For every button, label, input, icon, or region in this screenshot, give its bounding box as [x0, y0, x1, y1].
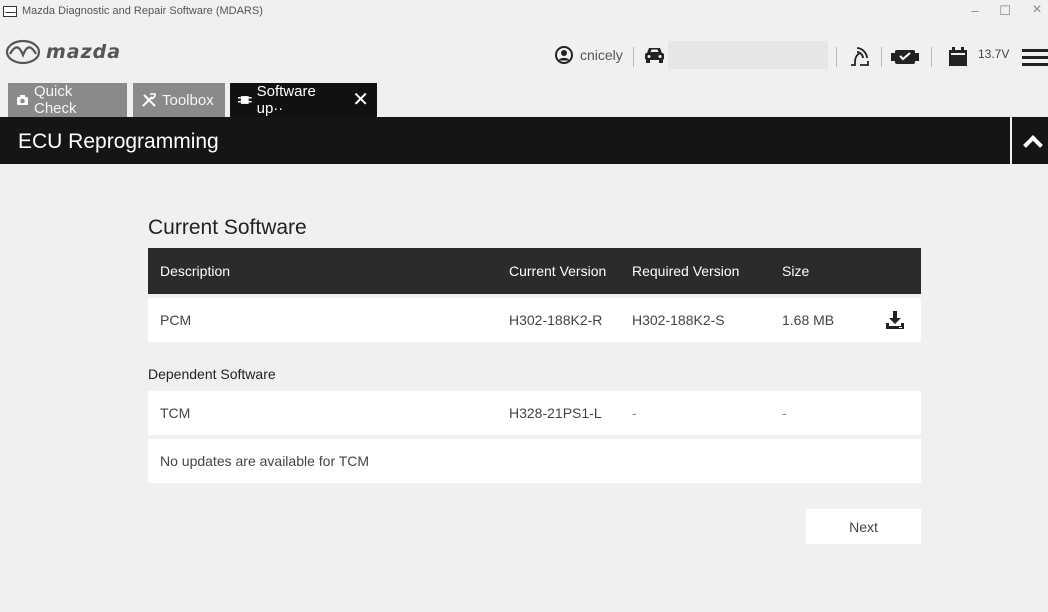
maximize-button[interactable]: ☐ [990, 3, 1020, 19]
column-header-description: Description [160, 263, 231, 279]
no-updates-message: No updates are available for TCM [160, 453, 370, 469]
app-header: mazda cnicely 13.7V [0, 33, 1048, 83]
cell-current-version: H328-21PS1-L [509, 405, 602, 421]
username: cnicely [580, 47, 623, 63]
column-header-size: Size [782, 263, 810, 279]
header-divider [836, 47, 837, 67]
camera-icon [17, 94, 28, 105]
column-header-current-version: Current Version [509, 263, 607, 279]
chip-icon [238, 96, 252, 104]
cell-current-version: H302-188K2-R [509, 312, 603, 328]
tab-quick-check[interactable]: Quick Check [8, 83, 127, 117]
page-title: ECU Reprogramming [0, 117, 1010, 164]
tab-label: Quick Check [34, 83, 77, 117]
tab-label: Software up·· [256, 83, 316, 117]
dependent-software-title: Dependent Software [148, 366, 276, 382]
user-icon [555, 46, 573, 64]
no-updates-message-row: No updates are available for TCM [148, 439, 921, 483]
cell-required-version: - [632, 405, 637, 421]
mazda-logo: mazda [5, 39, 122, 65]
header-divider [881, 47, 882, 67]
collapse-chevron-up-icon[interactable] [1012, 117, 1048, 164]
software-table-header: Description Current Version Required Ver… [148, 248, 921, 294]
next-button[interactable]: Next [806, 509, 921, 544]
vehicle-vin-field[interactable] [668, 41, 828, 69]
cell-description: TCM [160, 405, 191, 421]
header-divider [633, 47, 634, 67]
close-window-button[interactable]: × [1022, 1, 1048, 19]
tab-toolbox[interactable]: Toolbox [133, 83, 225, 117]
connection-icon[interactable] [848, 45, 872, 69]
tab-label: Toolbox [162, 91, 214, 109]
logo-text: mazda [46, 41, 122, 63]
cell-required-version: H302-188K2-S [632, 312, 725, 328]
vci-device-icon[interactable] [891, 48, 919, 66]
window-title: Mazda Diagnostic and Repair Software (MD… [22, 5, 263, 17]
tab-bar: Quick Check Toolbox Software up·· ✕ [0, 83, 1048, 117]
current-software-title: Current Software [148, 216, 307, 239]
vehicle-icon[interactable] [643, 45, 666, 65]
mazda-wing-icon [5, 39, 41, 65]
table-row: PCM H302-188K2-R H302-188K2-S 1.68 MB [148, 298, 921, 342]
cell-size: 1.68 MB [782, 312, 835, 328]
tab-software-update[interactable]: Software up·· ✕ [230, 83, 377, 117]
battery-icon [949, 47, 967, 66]
table-row: TCM H328-21PS1-L - - [148, 391, 921, 435]
window-titlebar: Mazda Diagnostic and Repair Software (MD… [0, 0, 1048, 33]
header-divider [931, 47, 932, 67]
app-icon [3, 6, 17, 17]
hamburger-menu-icon[interactable] [1022, 49, 1048, 67]
close-tab-icon[interactable]: ✕ [352, 90, 369, 110]
user-account[interactable]: cnicely [555, 46, 623, 64]
minimize-button[interactable]: – [960, 3, 990, 18]
download-icon[interactable] [885, 310, 905, 330]
cell-description: PCM [160, 312, 192, 328]
column-header-required-version: Required Version [632, 263, 740, 279]
battery-voltage: 13.7V [978, 47, 1010, 61]
tools-icon [142, 93, 156, 107]
main-content: Current Software Description Current Ver… [0, 164, 1048, 612]
cell-size: - [782, 405, 787, 421]
